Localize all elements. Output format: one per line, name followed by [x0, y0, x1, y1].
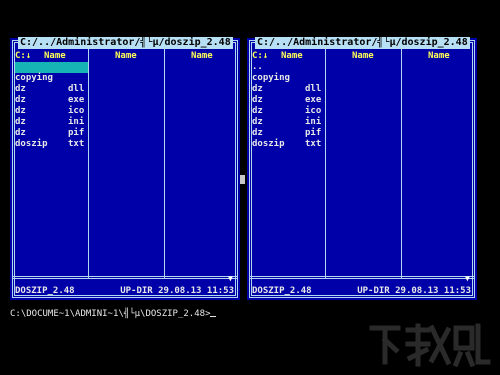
file-row[interactable]: dz exe [15, 95, 88, 106]
column-divider [401, 47, 402, 278]
status-filename: DOSZIP_2.48 [15, 286, 75, 296]
left-file-panel[interactable]: C:/../Administrator/╣└µ/doszip_2.48 C:↓ … [10, 37, 240, 300]
drive-label[interactable]: C:↓ [252, 51, 268, 62]
file-name: dz [252, 106, 263, 116]
file-ext: exe [305, 95, 322, 105]
panel-path-title[interactable]: C:/../Administrator/╣└µ/doszip_2.48 [18, 37, 233, 49]
file-name: dz [15, 84, 26, 94]
column-header-name[interactable]: Name [428, 51, 450, 62]
panel-divider [249, 276, 475, 279]
file-row[interactable]: dz dll [15, 84, 88, 95]
file-name: dz [15, 128, 26, 138]
file-name: dz [15, 106, 26, 116]
column-header-name[interactable]: Name [115, 51, 137, 62]
file-name: dz [15, 117, 26, 127]
status-info: UP-DIR 29.08.13 11:53 [357, 286, 471, 296]
file-ext: pif [305, 128, 322, 138]
file-ext: txt [305, 139, 322, 149]
file-row-selected[interactable] [15, 62, 88, 73]
file-ext: txt [68, 139, 85, 149]
file-row[interactable]: doszip txt [15, 139, 88, 150]
file-name: copying [252, 73, 290, 83]
file-ext: ico [68, 106, 85, 116]
file-row[interactable]: doszip txt [252, 139, 325, 150]
watermark-logo [369, 323, 491, 368]
file-name: dz [252, 95, 263, 105]
file-ext: ini [68, 117, 85, 127]
panel-split-handle[interactable] [240, 175, 245, 184]
status-info: UP-DIR 29.08.13 11:53 [120, 286, 234, 296]
column-header-name[interactable]: Name [191, 51, 213, 62]
file-name: doszip [15, 139, 48, 149]
file-ext: exe [68, 95, 85, 105]
command-line[interactable]: C:\DOCUME~1\ADMINI~1\╣└µ\DOSZIP_2.48> [10, 307, 217, 320]
file-row[interactable]: dz ini [15, 117, 88, 128]
file-row[interactable]: .. [252, 62, 325, 73]
file-name: copying [15, 73, 53, 83]
scroll-down-arrow-icon[interactable]: ▼ [228, 275, 233, 283]
right-file-panel[interactable]: C:/../Administrator/╣└µ/doszip_2.48 C:↓ … [247, 37, 477, 300]
column-divider [164, 47, 165, 278]
file-name: dz [252, 117, 263, 127]
file-name: dz [252, 84, 263, 94]
column-divider [325, 47, 326, 278]
panel-divider [12, 276, 238, 279]
file-row[interactable]: dz exe [252, 95, 325, 106]
file-row[interactable]: dz dll [252, 84, 325, 95]
column-divider [88, 47, 89, 278]
file-row[interactable]: dz pif [15, 128, 88, 139]
command-prompt: C:\DOCUME~1\ADMINI~1\╣└µ\DOSZIP_2.48> [10, 309, 211, 319]
file-row[interactable]: dz ico [15, 106, 88, 117]
file-name: doszip [252, 139, 285, 149]
file-ext: ico [305, 106, 322, 116]
column-header-name[interactable]: Name [44, 51, 66, 62]
text-cursor [210, 307, 217, 317]
drive-label[interactable]: C:↓ [15, 51, 31, 62]
file-ext: dll [68, 84, 85, 94]
file-row[interactable]: dz ico [252, 106, 325, 117]
column-header-name[interactable]: Name [352, 51, 374, 62]
file-row[interactable]: dz ini [252, 117, 325, 128]
panel-path-title[interactable]: C:/../Administrator/╣└µ/doszip_2.48 [255, 37, 470, 49]
file-name: .. [252, 62, 263, 72]
file-name: dz [252, 128, 263, 138]
column-header-name[interactable]: Name [281, 51, 303, 62]
scroll-down-arrow-icon[interactable]: ▼ [465, 275, 470, 283]
file-row[interactable]: dz pif [252, 128, 325, 139]
file-ext: ini [305, 117, 322, 127]
file-row[interactable]: copying [15, 73, 88, 84]
status-filename: DOSZIP_2.48 [252, 286, 312, 296]
file-name: dz [15, 95, 26, 105]
file-ext: dll [305, 84, 322, 94]
file-row[interactable]: copying [252, 73, 325, 84]
file-ext: pif [68, 128, 85, 138]
